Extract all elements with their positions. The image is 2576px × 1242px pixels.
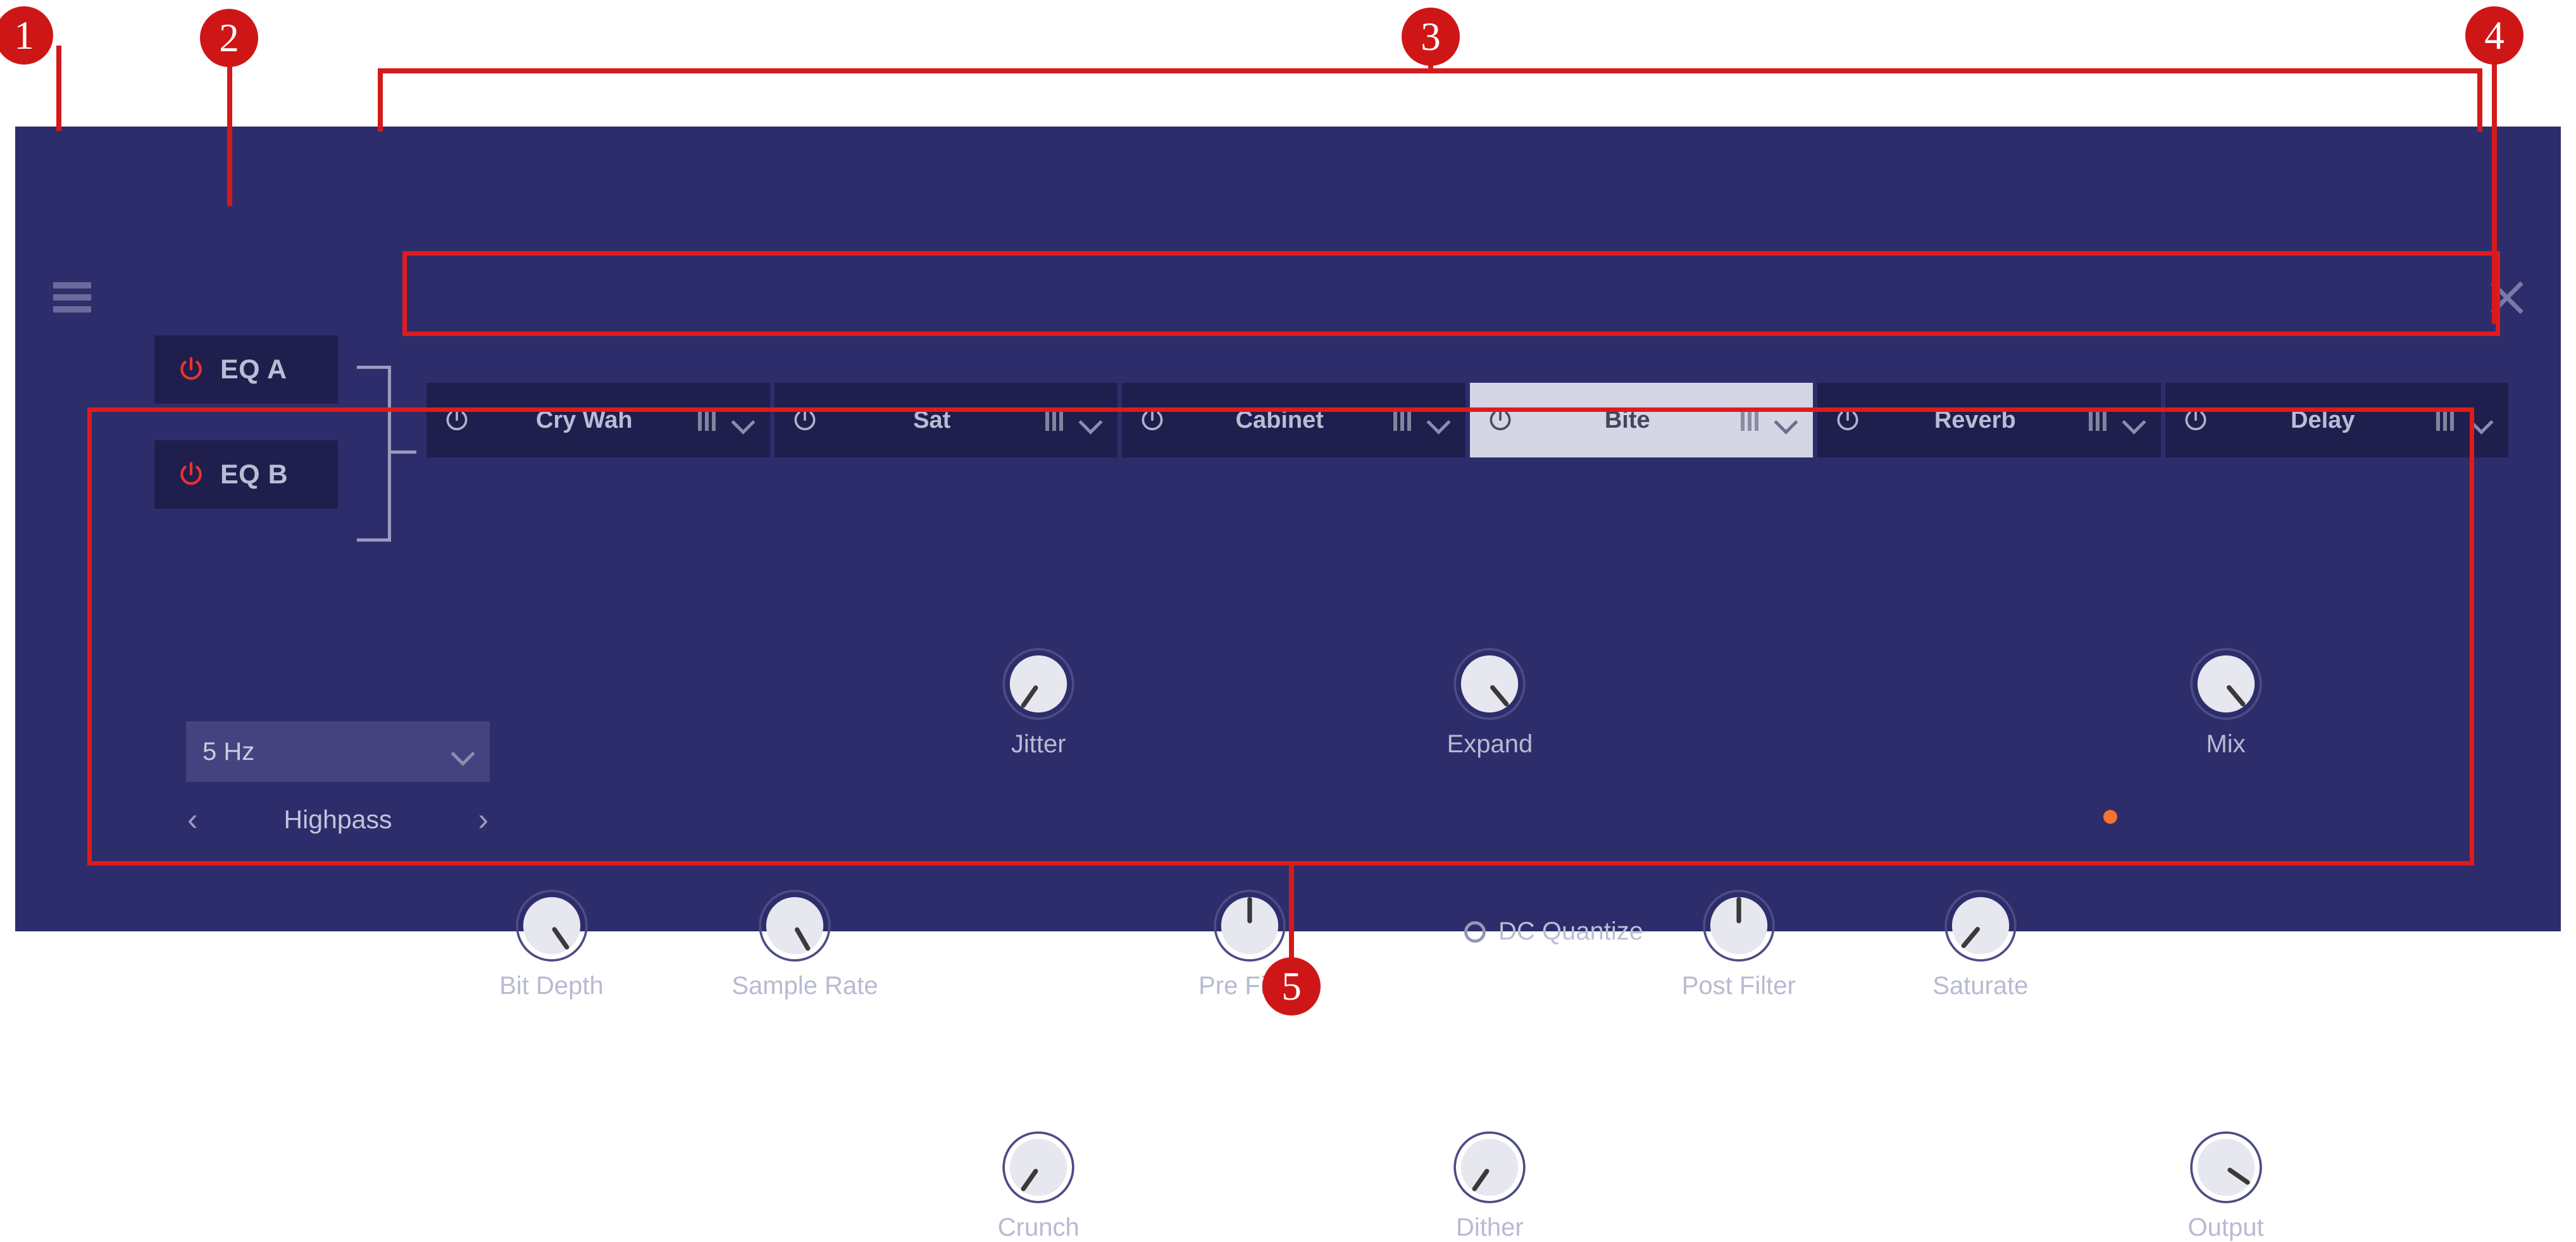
knob-post-filter: Post Filter <box>1676 887 1802 1000</box>
callout-badge-4: 4 <box>2465 6 2523 65</box>
knob-label: Sample Rate <box>731 971 878 1000</box>
knob-label: Crunch <box>997 1213 1080 1241</box>
callout-badge-2: 2 <box>200 9 258 67</box>
eq-a-label: EQ A <box>220 354 287 385</box>
knob-dial[interactable] <box>2187 1129 2265 1206</box>
callout-leader-3b <box>378 68 2482 73</box>
knob-dial[interactable] <box>513 887 590 964</box>
knob-dial[interactable] <box>1700 887 1777 964</box>
hamburger-menu-icon[interactable] <box>53 282 91 313</box>
callout-leader-1 <box>56 46 61 131</box>
power-icon[interactable] <box>177 356 205 383</box>
hamburger-bar <box>53 294 91 301</box>
knob-sample-rate: Sample Rate <box>731 887 878 1000</box>
knob-bit-depth: Bit Depth <box>488 887 615 1000</box>
knob-output: Output <box>2163 1129 2289 1242</box>
knob-label: Post Filter <box>1681 971 1796 1000</box>
callout-leader-4 <box>2492 46 2497 324</box>
callout-badge-5: 5 <box>1262 957 1321 1015</box>
knob-saturate: Saturate <box>1917 887 2044 1000</box>
callout-box-3 <box>402 251 2500 336</box>
knob-label: Dither <box>1456 1213 1524 1241</box>
knob-dial[interactable] <box>1451 1129 1528 1206</box>
knob-dither: Dither <box>1426 1129 1553 1242</box>
knob-label: Output <box>2187 1213 2264 1241</box>
knob-label: Saturate <box>1932 971 2029 1000</box>
callout-leader-3d <box>2477 68 2482 132</box>
hamburger-bar <box>53 282 91 289</box>
knob-dial[interactable] <box>1211 887 1288 964</box>
hamburger-bar <box>53 306 91 313</box>
knob-dial[interactable] <box>1942 887 2019 964</box>
dc-quantize-toggle[interactable]: DC Quantize <box>1464 917 1643 946</box>
knob-crunch: Crunch <box>975 1129 1102 1242</box>
knob-dial[interactable] <box>1000 1129 1077 1206</box>
dc-quantize-label: DC Quantize <box>1498 917 1643 945</box>
eq-a-button[interactable]: EQ A <box>154 335 338 404</box>
callout-box-5 <box>87 407 2474 866</box>
knob-dial[interactable] <box>756 887 833 964</box>
knob-label: Bit Depth <box>499 971 604 1000</box>
callout-leader-3c <box>378 68 383 132</box>
callout-badge-3: 3 <box>1402 8 1460 66</box>
radio-circle-icon[interactable] <box>1464 921 1486 943</box>
callout-leader-2 <box>227 48 232 206</box>
callout-badge-1: 1 <box>0 6 53 65</box>
